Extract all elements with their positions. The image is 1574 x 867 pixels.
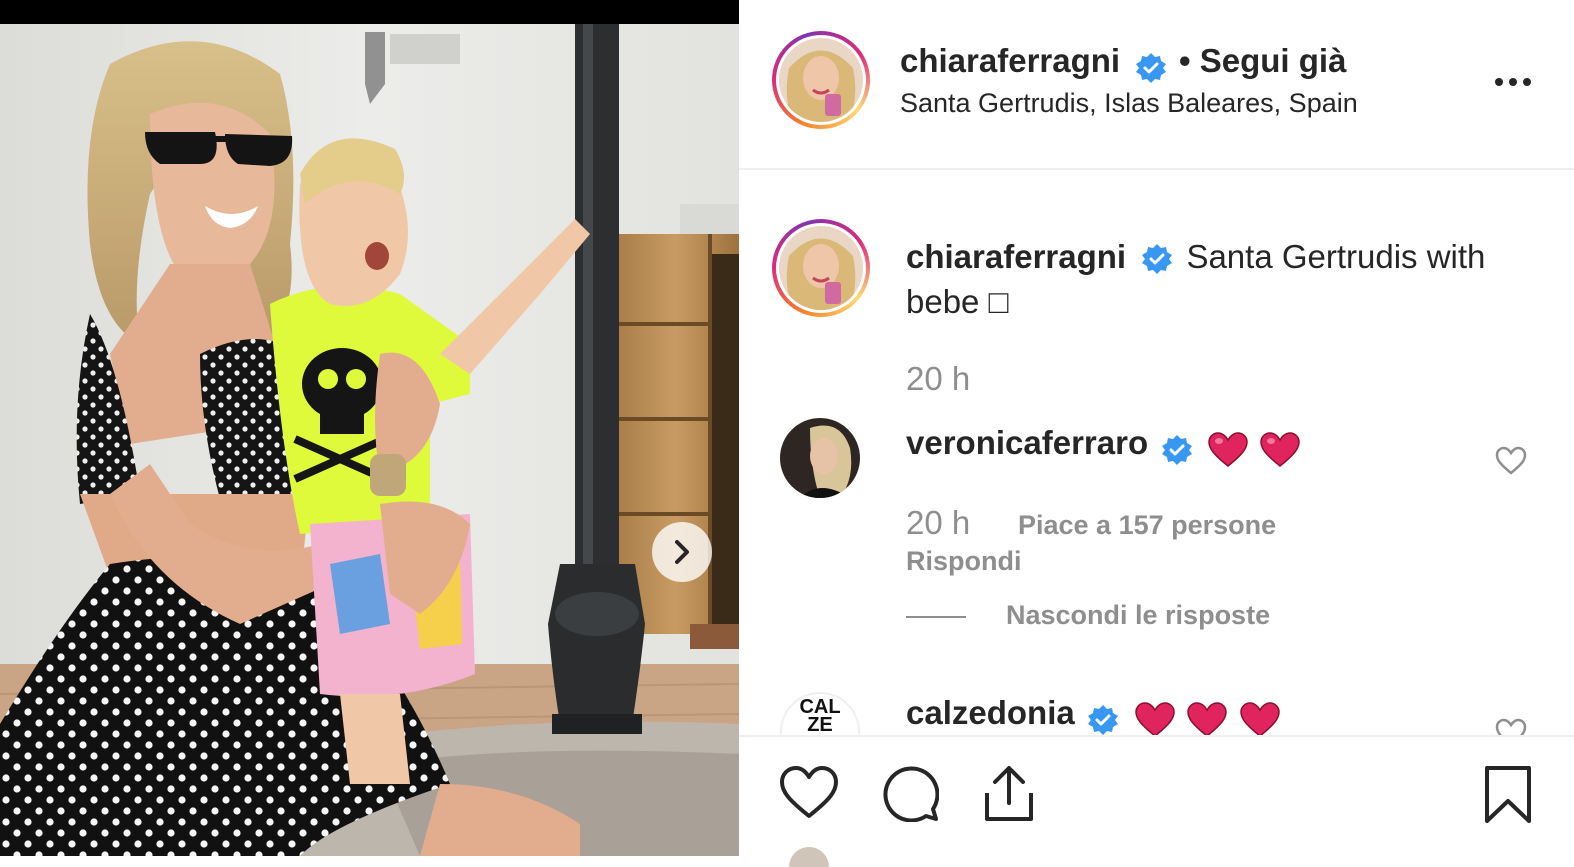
commenter-avatar[interactable] xyxy=(780,418,860,498)
share-icon xyxy=(985,766,1033,821)
more-options-icon xyxy=(1495,78,1531,86)
red-heart-emoji-icon xyxy=(1239,702,1280,735)
share-button[interactable] xyxy=(981,763,1037,830)
liker-avatar-peek xyxy=(789,847,829,867)
commenter-username[interactable]: veronicaferraro xyxy=(906,424,1148,461)
verified-badge-icon xyxy=(1161,434,1192,465)
comment-like-button[interactable] xyxy=(1495,718,1527,735)
post-header: chiaraferragni • Segui già Santa Gertrud… xyxy=(739,0,1574,170)
comment-body: veronicaferraro xyxy=(906,424,1301,468)
hide-replies-button[interactable]: Nascondi le risposte xyxy=(1006,600,1270,631)
author-avatar-image xyxy=(779,38,863,122)
comment-like-button[interactable] xyxy=(1495,446,1527,481)
save-button[interactable] xyxy=(1483,765,1533,830)
replies-divider-line xyxy=(906,616,966,618)
comment-body: calzedonia xyxy=(906,694,1281,735)
commenter-username[interactable]: calzedonia xyxy=(906,694,1075,731)
like-button[interactable] xyxy=(779,765,839,826)
post-photo-pane xyxy=(0,0,739,856)
post-photo xyxy=(0,24,739,856)
post-caption: chiaraferragni Santa Gertrudis with bebe… xyxy=(906,234,1526,324)
next-photo-button[interactable] xyxy=(652,522,712,582)
red-heart-emoji-icon xyxy=(1208,432,1248,467)
author-avatar[interactable] xyxy=(772,31,870,129)
verified-badge-icon xyxy=(1088,704,1119,735)
commenter-avatar[interactable]: CAL ZE xyxy=(780,692,860,735)
reply-button[interactable]: Rispondi xyxy=(906,546,1022,577)
more-options-button[interactable] xyxy=(1491,62,1535,102)
commenter-avatar-image xyxy=(780,418,860,498)
photo-top-bar xyxy=(0,0,739,24)
heart-icon xyxy=(780,766,838,818)
comment-icon xyxy=(883,766,940,823)
bookmark-icon xyxy=(1485,766,1531,823)
comment-button[interactable] xyxy=(881,764,940,827)
caption-author-avatar-image xyxy=(779,226,863,310)
red-heart-emoji-icon xyxy=(1134,702,1175,735)
chevron-right-icon xyxy=(675,540,689,564)
heart-outline-icon xyxy=(1495,446,1527,475)
commenter-avatar-logo: CAL ZE xyxy=(799,696,841,735)
verified-badge-icon xyxy=(1135,52,1166,83)
follow-status[interactable]: • Segui già xyxy=(1179,42,1346,79)
caption-timestamp[interactable]: 20 h xyxy=(906,360,970,398)
verified-badge-icon xyxy=(1142,244,1173,275)
author-username[interactable]: chiaraferragni xyxy=(900,42,1120,79)
red-heart-emoji-icon xyxy=(1260,432,1301,467)
caption-author-avatar[interactable] xyxy=(772,219,870,317)
comment-likes-count[interactable]: Piace a 157 persone xyxy=(1018,510,1276,541)
comments-list: chiaraferragni Santa Gertrudis with bebe… xyxy=(739,170,1574,735)
comment-timestamp[interactable]: 20 h xyxy=(906,504,970,542)
post-side-panel: chiaraferragni • Segui già Santa Gertrud… xyxy=(739,0,1574,867)
post-actions-bar xyxy=(739,735,1574,867)
red-heart-emoji-icon xyxy=(1187,702,1227,735)
heart-outline-icon xyxy=(1495,718,1527,735)
caption-username[interactable]: chiaraferragni xyxy=(906,238,1126,275)
post-location[interactable]: Santa Gertrudis, Islas Baleares, Spain xyxy=(900,88,1358,119)
